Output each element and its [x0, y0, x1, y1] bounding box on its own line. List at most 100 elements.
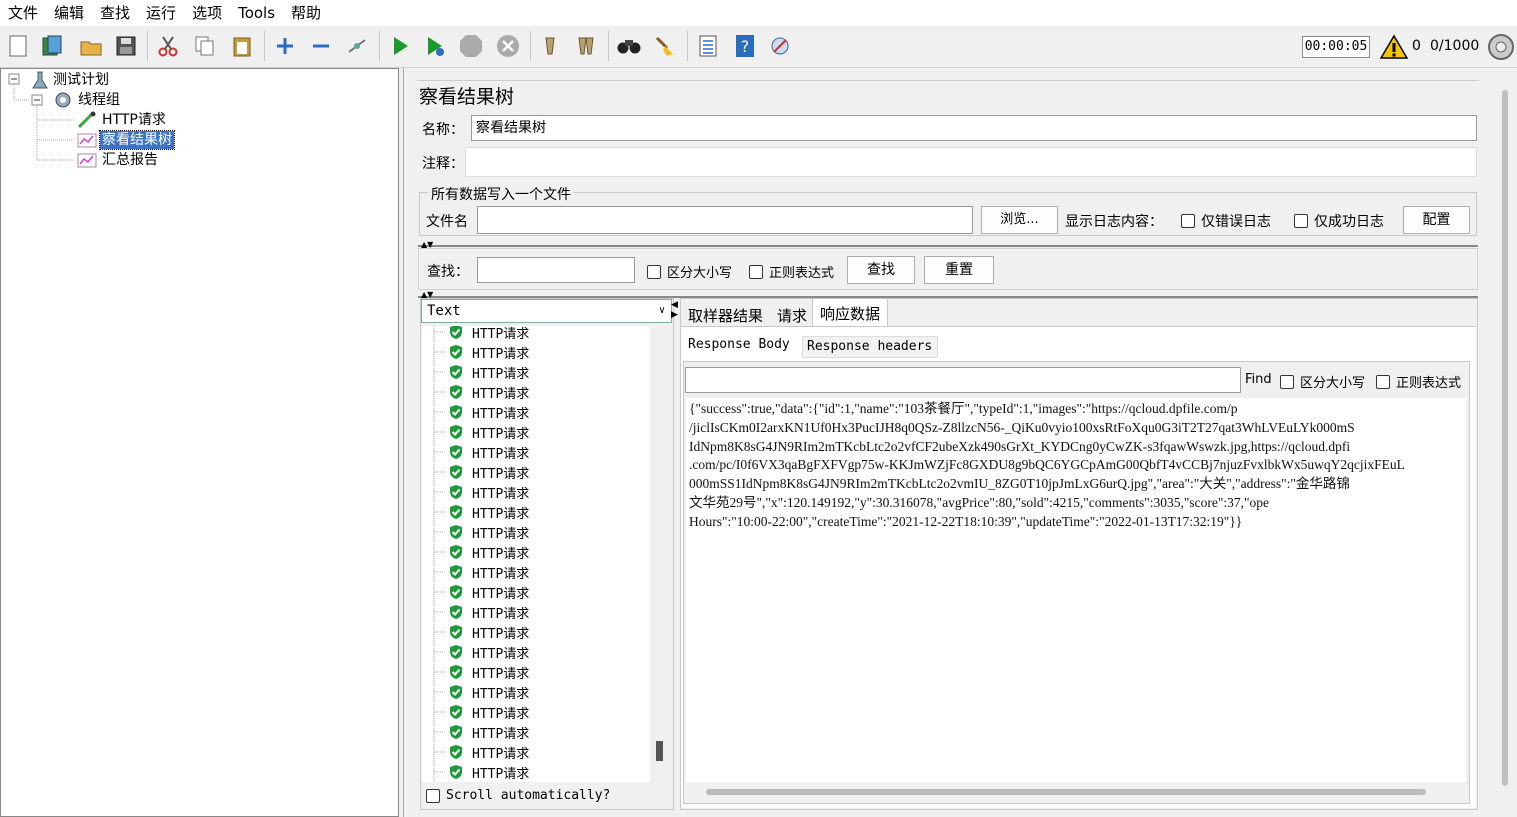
tree-node-thread-group[interactable]: 线程组	[52, 90, 122, 110]
panel-scrollbar-thumb[interactable]	[1502, 90, 1508, 786]
success-only-label: 仅成功日志	[1314, 214, 1384, 230]
success-shield-icon	[450, 565, 462, 579]
results-scrollbar-thumb[interactable]	[656, 741, 663, 761]
search-input[interactable]	[477, 257, 635, 283]
result-item[interactable]: HTTP请求	[448, 362, 529, 382]
save-icon[interactable]	[112, 32, 140, 60]
warning-icon[interactable]	[1379, 34, 1409, 64]
result-item[interactable]: HTTP请求	[448, 502, 529, 522]
tree-node-summary-report[interactable]: 汇总报告	[76, 150, 160, 170]
errors-only-checkbox[interactable]: 仅错误日志	[1181, 211, 1271, 231]
results-scrollbar[interactable]	[650, 326, 670, 782]
result-item[interactable]: HTTP请求	[448, 422, 529, 442]
collapse-arrows-icon[interactable]: ◀ ▶	[671, 300, 678, 320]
toggle-icon[interactable]	[343, 32, 371, 60]
response-hscrollbar[interactable]	[686, 784, 1466, 800]
response-hscrollbar-thumb[interactable]	[706, 789, 1426, 795]
start-no-pauses-icon[interactable]	[421, 32, 449, 60]
tab-sampler-result[interactable]: 取样器结果	[688, 305, 763, 326]
clear-icon[interactable]	[536, 32, 564, 60]
tree-node-view-results-tree[interactable]: 察看结果树	[76, 130, 175, 150]
menu-search[interactable]: 查找	[92, 0, 138, 26]
menu-options[interactable]: 选项	[184, 0, 230, 26]
panel-scrollbar[interactable]	[1498, 88, 1512, 808]
regex-label: 正则表达式	[769, 266, 835, 281]
result-item[interactable]: HTTP请求	[448, 742, 529, 762]
filename-label: 文件名	[426, 214, 468, 230]
result-item-label: HTTP请求	[472, 386, 530, 402]
comment-field[interactable]	[465, 147, 1477, 177]
renderer-select[interactable]: Text ∨	[421, 299, 672, 323]
response-find-input[interactable]	[685, 367, 1241, 393]
tab-response-body[interactable]: Response Body	[684, 334, 798, 358]
result-item[interactable]: HTTP请求	[448, 326, 529, 342]
open-icon[interactable]	[77, 32, 105, 60]
reset-search-icon[interactable]	[651, 32, 679, 60]
response-regex-checkbox[interactable]: 正则表达式	[1376, 372, 1461, 391]
splitter[interactable]	[418, 245, 1478, 247]
name-field[interactable]: 察看结果树	[471, 115, 1477, 141]
expand-icon[interactable]	[271, 32, 299, 60]
tree-label-test-plan: 测试计划	[53, 72, 109, 88]
tree-node-http-request[interactable]: HTTP请求	[76, 110, 168, 130]
response-body-text[interactable]: {"success":true,"data":{"id":1,"name":"1…	[686, 398, 1466, 782]
copy-icon[interactable]	[191, 32, 219, 60]
result-item-label: HTTP请求	[472, 526, 530, 542]
filename-field[interactable]	[477, 206, 973, 234]
result-item[interactable]: HTTP请求	[448, 722, 529, 742]
scroll-automatically-checkbox[interactable]: Scroll automatically?	[426, 788, 610, 803]
regex-checkbox[interactable]: 正则表达式	[749, 262, 834, 281]
response-case-checkbox[interactable]: 区分大小写	[1280, 372, 1365, 391]
menu-edit[interactable]: 编辑	[46, 0, 92, 26]
result-item[interactable]: HTTP请求	[448, 622, 529, 642]
tab-response-data[interactable]: 响应数据	[812, 298, 888, 326]
tab-request[interactable]: 请求	[777, 305, 807, 326]
configure-button[interactable]: 配置	[1403, 206, 1470, 234]
result-item[interactable]: HTTP请求	[448, 642, 529, 662]
browse-button[interactable]: 浏览...	[981, 206, 1058, 234]
result-item[interactable]: HTTP请求	[448, 682, 529, 702]
success-shield-icon	[450, 605, 462, 619]
result-item[interactable]: HTTP请求	[448, 662, 529, 682]
clear-all-icon[interactable]	[572, 32, 600, 60]
menu-tools[interactable]: Tools	[230, 0, 283, 26]
case-sensitive-checkbox[interactable]: 区分大小写	[647, 262, 732, 281]
menu-run[interactable]: 运行	[138, 0, 184, 26]
menu-help[interactable]: 帮助	[283, 0, 329, 26]
reset-button[interactable]: 重置	[924, 256, 994, 284]
result-item[interactable]: HTTP请求	[448, 762, 529, 782]
result-item[interactable]: HTTP请求	[448, 482, 529, 502]
gear-icon	[55, 92, 71, 108]
scroll-automatically-label: Scroll automatically?	[446, 788, 611, 803]
help-icon[interactable]: ?	[731, 32, 759, 60]
stop-icon[interactable]	[457, 32, 485, 60]
result-item[interactable]: HTTP请求	[448, 402, 529, 422]
find-button[interactable]: 查找	[847, 256, 915, 284]
remote-icon[interactable]	[766, 32, 794, 60]
templates-icon[interactable]	[38, 32, 66, 60]
result-item[interactable]: HTTP请求	[448, 542, 529, 562]
search-icon[interactable]	[615, 32, 643, 60]
success-only-checkbox[interactable]: 仅成功日志	[1294, 211, 1384, 231]
result-item[interactable]: HTTP请求	[448, 582, 529, 602]
result-item[interactable]: HTTP请求	[448, 382, 529, 402]
result-item[interactable]: HTTP请求	[448, 602, 529, 622]
collapse-icon[interactable]	[307, 32, 335, 60]
menu-file[interactable]: 文件	[0, 0, 46, 26]
tab-response-headers[interactable]: Response headers	[802, 336, 938, 358]
start-icon[interactable]	[386, 32, 414, 60]
result-item[interactable]: HTTP请求	[448, 462, 529, 482]
new-icon[interactable]	[4, 32, 32, 60]
result-item[interactable]: HTTP请求	[448, 442, 529, 462]
shutdown-icon[interactable]	[494, 32, 522, 60]
cut-icon[interactable]	[154, 32, 182, 60]
result-item-label: HTTP请求	[472, 706, 530, 722]
result-item[interactable]: HTTP请求	[448, 562, 529, 582]
tree-node-test-plan[interactable]: 测试计划	[29, 70, 111, 90]
paste-icon[interactable]	[228, 32, 256, 60]
result-item[interactable]: HTTP请求	[448, 702, 529, 722]
result-item[interactable]: HTTP请求	[448, 522, 529, 542]
response-find-label: Find	[1245, 372, 1272, 387]
function-helper-icon[interactable]	[694, 32, 722, 60]
result-item[interactable]: HTTP请求	[448, 342, 529, 362]
